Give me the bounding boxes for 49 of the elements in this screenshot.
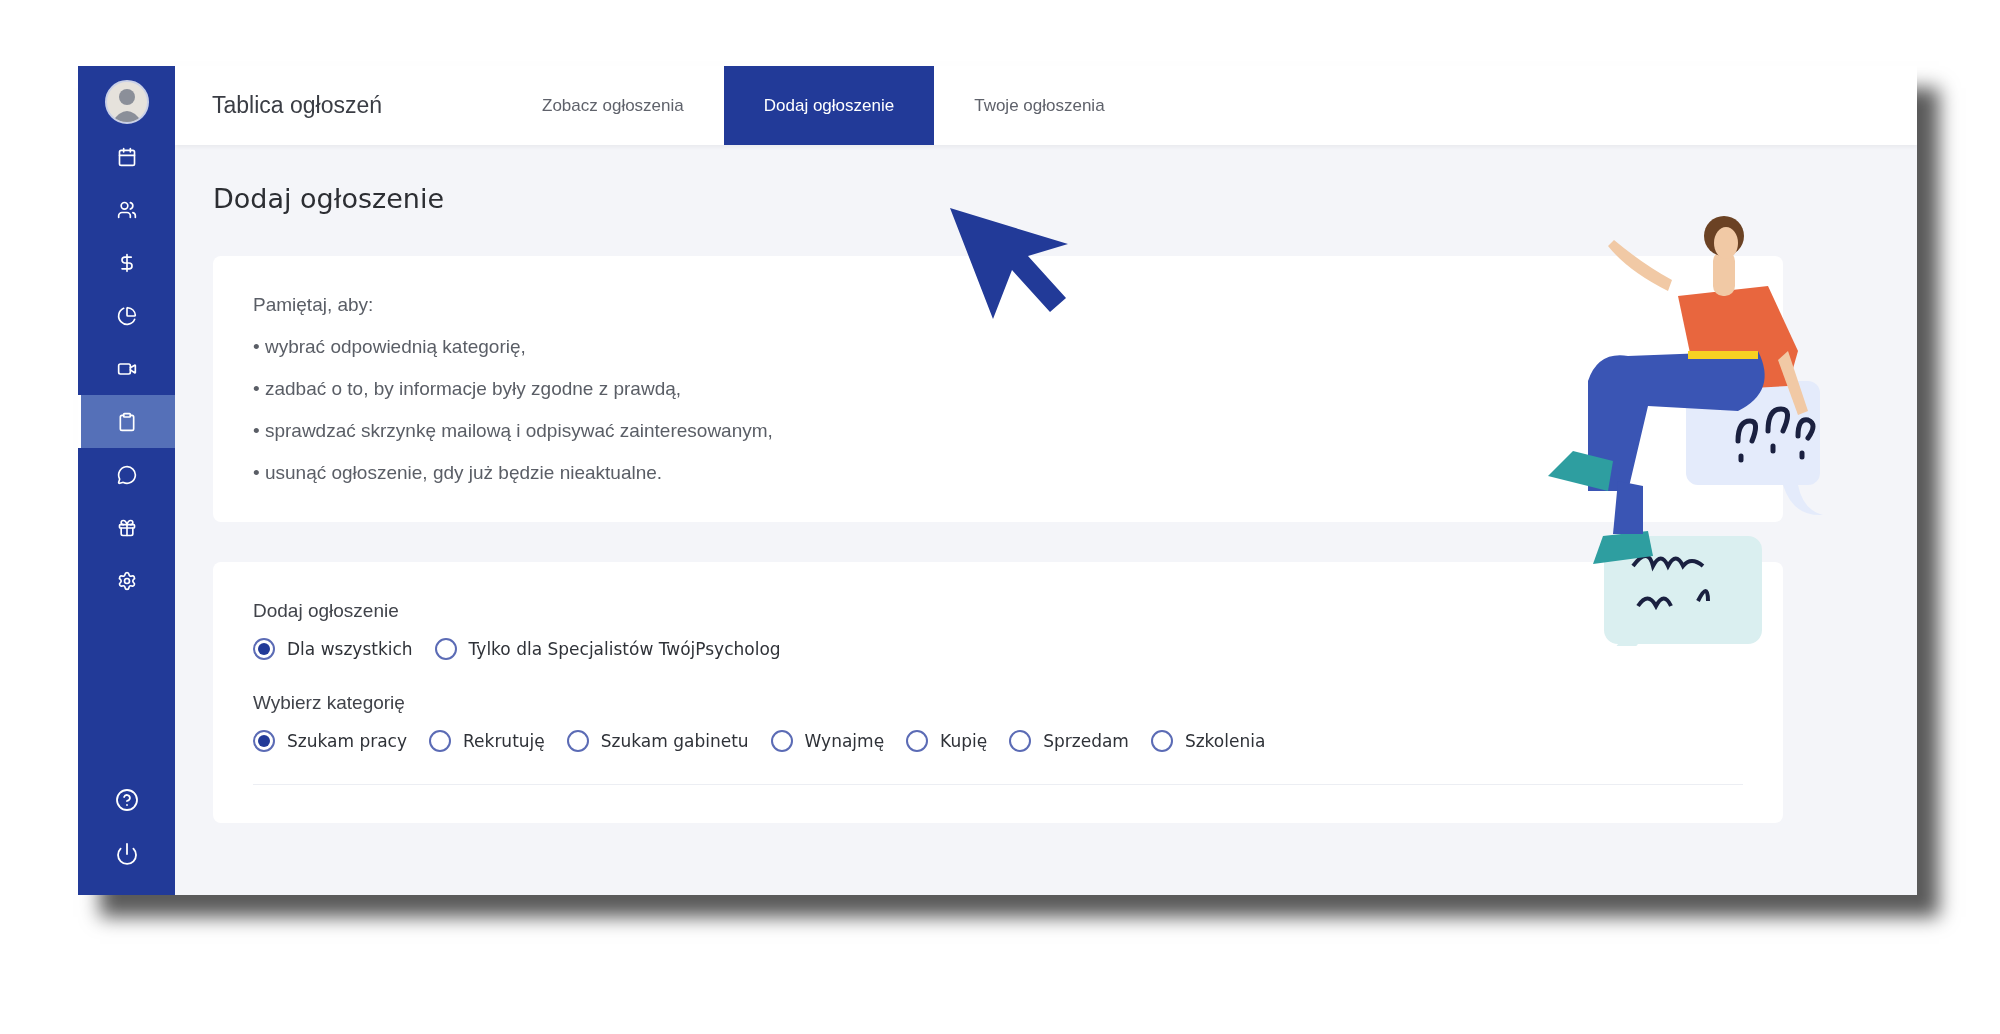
radio-button[interactable] [906,730,929,752]
avatar[interactable] [104,80,149,124]
radio-button[interactable] [434,638,457,660]
radio-button[interactable] [253,638,275,660]
group-label: Dodaj ogłoszenie [253,600,400,622]
calendar-icon [116,146,137,167]
radio-label: Rekrutuję [463,731,545,751]
settings-icon [116,570,137,591]
tab[interactable]: Zobacz ogłoszenia [502,66,724,145]
radio-option[interactable]: Dla wszystkich [253,638,413,660]
info-bullet: • usunąć ogłoszenie, gdy już będzie nieaktualne. [253,462,664,484]
tab[interactable]: Twoje ogłoszenia [934,66,1145,145]
radio-button[interactable] [1009,730,1032,752]
radio-button[interactable] [253,730,275,752]
info-bullet: • wybrać odpowiednią kategorię, [253,336,527,358]
group-label: Wybierz kategorię [253,692,406,714]
radio-button[interactable] [566,730,589,752]
radio-option[interactable]: Sprzedam [1009,730,1129,752]
radio-label: Tylko dla Specjalistów TwójPsycholog [468,639,781,659]
gift-icon [116,517,137,538]
radio-option[interactable]: Szkolenia [1150,730,1266,752]
info-title: Pamiętaj, aby: [253,294,375,316]
users-icon [116,199,137,220]
radio-button[interactable] [770,730,793,752]
app-title: Tablica ogłoszeń [211,91,384,120]
radio-label: Szukam gabinetu [600,731,749,751]
sidebar-item[interactable] [78,395,175,448]
radio-button[interactable] [429,730,452,752]
info-bullet: • zadbać o to, by informacje były zgodne z prawdą, [253,378,683,400]
power-icon [114,842,139,866]
radio-option[interactable]: Kupię [906,730,988,752]
radio-button[interactable] [1150,730,1173,752]
radio-option[interactable]: Tylko dla Specjalistów TwójPsycholog [434,638,781,660]
pie-chart-icon [116,305,137,326]
radio-label: Dla wszystkich [287,639,413,659]
radio-option[interactable]: Szukam pracy [253,730,408,752]
radio-label: Szukam pracy [287,731,408,751]
info-bullet: • sprawdzać skrzynkę mailową i odpisywać zainteresowanym, [253,420,774,442]
radio-label: Sprzedam [1043,731,1129,751]
page-title: Dodaj ogłoszenie [213,183,445,214]
radio-label: Kupię [940,731,988,751]
help-icon [114,788,139,812]
radio-option[interactable]: Szukam gabinetu [566,730,749,752]
chat-bubble-icon [116,464,137,485]
radio-label: Wynajmę [804,731,885,751]
tab[interactable]: Dodaj ogłoszenie [723,66,935,145]
radio-option[interactable]: Wynajmę [770,730,885,752]
radio-label: Szkolenia [1184,731,1266,751]
radio-option[interactable]: Rekrutuję [429,730,545,752]
